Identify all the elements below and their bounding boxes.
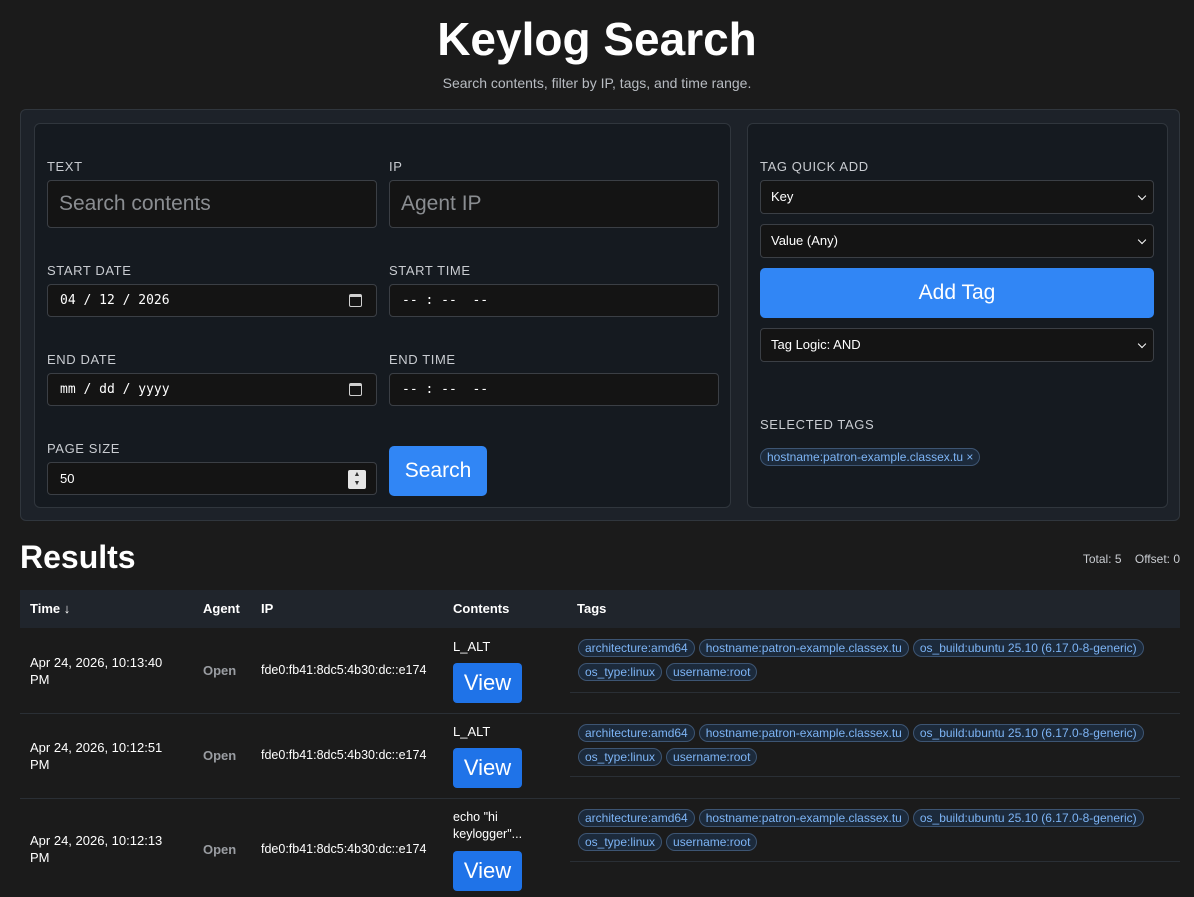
page-size-label: PAGE SIZE	[47, 441, 121, 456]
total-count: Total: 5	[1082, 552, 1122, 566]
row-time: Apr 24, 2026, 10:13:40 PM	[30, 655, 163, 687]
row-agent-link[interactable]: Open	[203, 663, 236, 678]
chevron-down-icon	[1137, 339, 1147, 349]
tag-chip[interactable]: os_build:ubuntu 25.10 (6.17.0-8-generic)	[912, 724, 1144, 742]
row-ip: fde0:fb41:8dc5:4b30:dc::e174	[261, 663, 427, 677]
column-header-agent: Agent	[203, 601, 240, 616]
chevron-down-icon	[1137, 235, 1147, 245]
end-date-value: mm / dd / yyyy	[60, 382, 170, 397]
end-time-input[interactable]: -- : -- --	[389, 373, 719, 406]
table-row: Apr 24, 2026, 10:12:51 PM Open fde0:fb41…	[20, 714, 1180, 799]
row-agent-link[interactable]: Open	[203, 748, 236, 763]
tag-chip[interactable]: hostname:patron-example.classex.tu	[698, 809, 909, 827]
tag-chip[interactable]: os_type:linux	[578, 663, 663, 681]
end-date-label: END DATE	[47, 352, 117, 367]
results-stats: Total: 5 Offset: 0	[1073, 552, 1180, 566]
tag-chip[interactable]: username:root	[666, 663, 758, 681]
tag-key-value: Key	[771, 189, 794, 204]
results-title: Results	[20, 539, 136, 575]
view-button[interactable]: View	[453, 748, 522, 788]
tags-divider	[570, 692, 1180, 693]
tag-chip[interactable]: os_build:ubuntu 25.10 (6.17.0-8-generic)	[912, 639, 1144, 657]
start-date-value: 04 / 12 / 2026	[60, 293, 170, 308]
ip-input[interactable]: Agent IP	[389, 180, 719, 228]
tags-divider	[570, 861, 1180, 862]
start-time-value: -- : -- --	[402, 293, 489, 308]
calendar-icon[interactable]	[349, 294, 362, 307]
start-time-label: START TIME	[389, 263, 471, 278]
tag-chip[interactable]: username:root	[666, 748, 758, 766]
page-size-input[interactable]: 50 ▲ ▼	[47, 462, 377, 495]
selected-tags-label: SELECTED TAGS	[760, 417, 875, 432]
view-button[interactable]: View	[453, 663, 522, 703]
tag-chip[interactable]: hostname:patron-example.classex.tu	[698, 639, 909, 657]
row-agent-link[interactable]: Open	[203, 842, 236, 857]
column-header-contents: Contents	[453, 601, 510, 616]
tag-key-select[interactable]: Key	[760, 180, 1154, 214]
text-search-placeholder: Search contents	[59, 192, 211, 215]
ip-placeholder: Agent IP	[401, 192, 482, 215]
search-button[interactable]: Search	[389, 446, 487, 496]
chevron-down-icon	[1137, 191, 1147, 201]
start-date-label: START DATE	[47, 263, 132, 278]
column-header-time[interactable]: Time ↓	[30, 601, 70, 616]
tag-chip[interactable]: architecture:amd64	[578, 639, 695, 657]
row-tags: architecture:amd64 hostname:patron-exampl…	[578, 724, 1178, 772]
table-row: Apr 24, 2026, 10:13:40 PM Open fde0:fb41…	[20, 629, 1180, 714]
row-ip: fde0:fb41:8dc5:4b30:dc::e174	[261, 842, 427, 856]
tag-chip[interactable]: architecture:amd64	[578, 724, 695, 742]
text-label: TEXT	[47, 159, 83, 174]
end-time-label: END TIME	[389, 352, 456, 367]
selected-tag-chip[interactable]: hostname:patron-example.classex.tu ×	[760, 448, 981, 466]
tag-chip[interactable]: os_type:linux	[578, 748, 663, 766]
tag-panel: TAG QUICK ADD Key Value (Any) Add Tag Ta…	[747, 123, 1168, 508]
tag-logic-value: Tag Logic: AND	[771, 337, 861, 352]
search-panel: TEXT Search contents IP Agent IP START D…	[20, 109, 1180, 521]
text-search-input[interactable]: Search contents	[47, 180, 377, 228]
end-time-value: -- : -- --	[402, 382, 489, 397]
tag-value-value: Value (Any)	[771, 233, 838, 248]
row-tags: architecture:amd64 hostname:patron-exampl…	[578, 639, 1178, 687]
start-time-input[interactable]: -- : -- --	[389, 284, 719, 317]
add-tag-button[interactable]: Add Tag	[760, 268, 1154, 318]
column-header-ip: IP	[261, 601, 274, 616]
row-tags: architecture:amd64 hostname:patron-exampl…	[578, 809, 1178, 857]
tag-chip[interactable]: os_type:linux	[578, 833, 663, 851]
tag-value-select[interactable]: Value (Any)	[760, 224, 1154, 258]
ip-label: IP	[389, 159, 403, 174]
row-time: Apr 24, 2026, 10:12:51 PM	[30, 740, 163, 772]
row-time: Apr 24, 2026, 10:12:13 PM	[30, 833, 163, 865]
tag-chip[interactable]: username:root	[666, 833, 758, 851]
selected-tags-list: hostname:patron-example.classex.tu ×	[760, 448, 1154, 472]
number-stepper-icon[interactable]: ▲ ▼	[348, 470, 366, 489]
tag-quick-add-label: TAG QUICK ADD	[760, 159, 869, 174]
row-contents: echo "hi keylogger"...	[453, 810, 523, 841]
tag-chip[interactable]: hostname:patron-example.classex.tu	[698, 724, 909, 742]
row-contents: L_ALT	[453, 724, 491, 739]
end-date-input[interactable]: mm / dd / yyyy	[47, 373, 377, 406]
page-title: Keylog Search	[437, 13, 757, 65]
page-size-value: 50	[60, 471, 75, 486]
results-table-header: Time ↓ Agent IP Contents Tags	[20, 590, 1180, 628]
tag-chip[interactable]: os_build:ubuntu 25.10 (6.17.0-8-generic)	[912, 809, 1144, 827]
tags-divider	[570, 776, 1180, 777]
row-ip: fde0:fb41:8dc5:4b30:dc::e174	[261, 748, 427, 762]
tag-chip[interactable]: architecture:amd64	[578, 809, 695, 827]
filter-form: TEXT Search contents IP Agent IP START D…	[34, 123, 731, 508]
column-header-tags: Tags	[577, 601, 607, 616]
offset-count: Offset: 0	[1134, 552, 1180, 566]
view-button[interactable]: View	[453, 851, 522, 891]
start-date-input[interactable]: 04 / 12 / 2026	[47, 284, 377, 317]
calendar-icon[interactable]	[349, 383, 362, 396]
tag-logic-select[interactable]: Tag Logic: AND	[760, 328, 1154, 362]
row-contents: L_ALT	[453, 639, 491, 654]
page-subtitle: Search contents, filter by IP, tags, and…	[442, 75, 752, 91]
table-row: Apr 24, 2026, 10:12:13 PM Open fde0:fb41…	[20, 799, 1180, 897]
